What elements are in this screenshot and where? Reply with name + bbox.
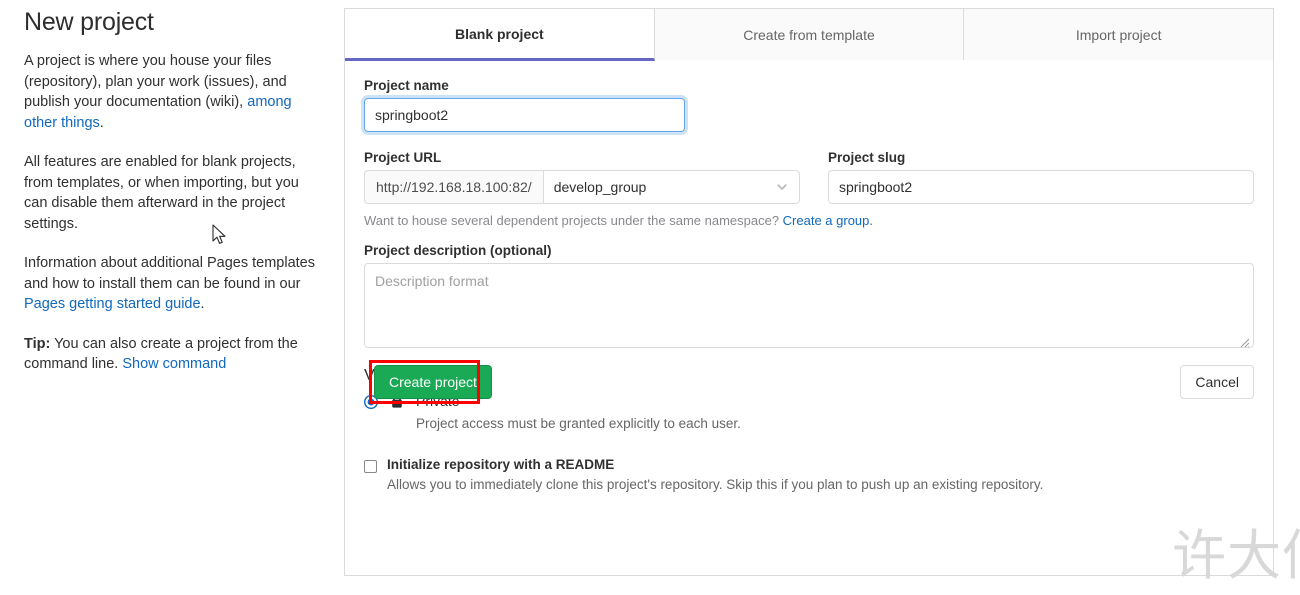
namespace-select-value: develop_group bbox=[554, 179, 647, 195]
intro-paragraph-1-period: . bbox=[100, 115, 104, 131]
tab-create-from-template[interactable]: Create from template bbox=[655, 9, 965, 60]
url-and-slug-row: Project URL http://192.168.18.100:82/ de… bbox=[364, 150, 1254, 204]
project-description-label: Project description (optional) bbox=[364, 243, 1254, 258]
tip-paragraph: Tip: You can also create a project from … bbox=[24, 334, 324, 375]
visibility-level-header: Visibility Level ? bbox=[364, 367, 1254, 385]
tab-blank-project[interactable]: Blank project bbox=[345, 9, 655, 61]
project-slug-field-group: Project slug bbox=[828, 150, 1254, 204]
project-description-textarea[interactable] bbox=[364, 263, 1254, 348]
initialize-readme-texts: Initialize repository with a README Allo… bbox=[387, 457, 1254, 492]
tab-blank-project-label: Blank project bbox=[455, 26, 544, 42]
project-url-field-group: Project URL http://192.168.18.100:82/ de… bbox=[364, 150, 800, 204]
tab-import-project-label: Import project bbox=[1076, 27, 1162, 43]
initialize-readme-section: Initialize repository with a README Allo… bbox=[364, 457, 1254, 492]
project-url-input-group: http://192.168.18.100:82/ develop_group bbox=[364, 170, 800, 204]
intro-paragraph-3-period: . bbox=[201, 296, 205, 312]
visibility-option-private[interactable]: Private Project access must be granted e… bbox=[364, 392, 1254, 433]
pages-getting-started-guide-link[interactable]: Pages getting started guide bbox=[24, 296, 201, 312]
intro-paragraph-3-text: Information about additional Pages templ… bbox=[24, 255, 315, 292]
project-description-wrapper bbox=[364, 263, 1254, 348]
page-title: New project bbox=[24, 0, 324, 37]
namespace-select[interactable]: develop_group bbox=[543, 170, 800, 204]
project-name-input[interactable] bbox=[364, 98, 685, 132]
project-description-field-group: Project description (optional) bbox=[364, 243, 1254, 348]
project-name-field-group: Project name bbox=[364, 78, 685, 132]
create-project-button[interactable]: Create project bbox=[374, 365, 492, 399]
namespace-helper-text: Want to house several dependent projects… bbox=[364, 213, 1254, 228]
private-option-title: Private bbox=[416, 392, 1254, 410]
new-project-page: New project A project is where you house… bbox=[0, 0, 1300, 595]
initialize-readme-description: Allows you to immediately clone this pro… bbox=[387, 477, 1254, 492]
visibility-level-section: Visibility Level ? bbox=[364, 367, 1254, 433]
project-type-tabs: Blank project Create from template Impor… bbox=[345, 9, 1273, 60]
new-project-info-panel: New project A project is where you house… bbox=[24, 0, 324, 375]
project-slug-label: Project slug bbox=[828, 150, 1254, 165]
namespace-helper-text-label: Want to house several dependent projects… bbox=[364, 213, 783, 228]
intro-paragraph-3: Information about additional Pages templ… bbox=[24, 253, 324, 315]
show-command-link[interactable]: Show command bbox=[122, 356, 226, 372]
project-slug-input[interactable] bbox=[828, 170, 1254, 204]
new-project-card: Blank project Create from template Impor… bbox=[344, 8, 1274, 576]
project-name-label: Project name bbox=[364, 78, 685, 93]
blank-project-form: Project name Project URL http://192.168.… bbox=[345, 60, 1273, 575]
initialize-readme-checkbox[interactable] bbox=[364, 460, 377, 473]
private-option-description: Project access must be granted explicitl… bbox=[416, 415, 1254, 433]
tab-import-project[interactable]: Import project bbox=[964, 9, 1273, 60]
project-url-label: Project URL bbox=[364, 150, 800, 165]
create-a-group-link[interactable]: Create a group. bbox=[783, 213, 873, 228]
cancel-button[interactable]: Cancel bbox=[1180, 365, 1254, 399]
project-url-prefix: http://192.168.18.100:82/ bbox=[364, 170, 543, 204]
tab-create-from-template-label: Create from template bbox=[743, 27, 875, 43]
intro-paragraph-1: A project is where you house your files … bbox=[24, 51, 324, 133]
private-option-texts: Private Project access must be granted e… bbox=[416, 392, 1254, 433]
initialize-readme-label[interactable]: Initialize repository with a README bbox=[387, 457, 1254, 472]
intro-paragraph-2: All features are enabled for blank proje… bbox=[24, 152, 324, 234]
tip-label: Tip: bbox=[24, 336, 50, 352]
chevron-down-icon bbox=[775, 180, 789, 194]
